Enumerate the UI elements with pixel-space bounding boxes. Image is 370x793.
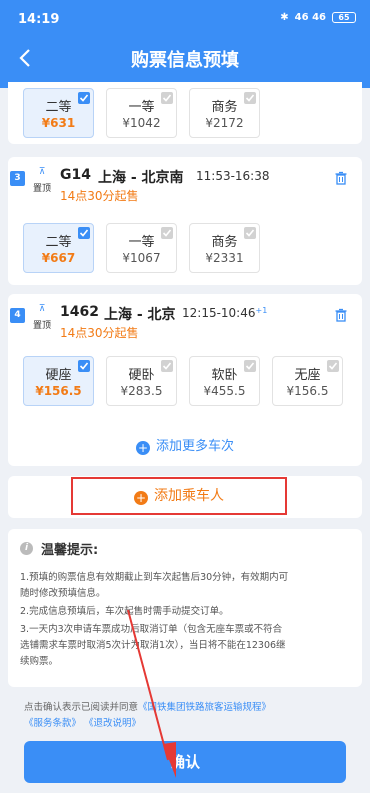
seat-name: 二等 [45, 235, 72, 250]
train-header: 3 ⊼ 置顶 G14 上海 - 北京南 11:53-16:38 14点30分起售 [8, 157, 362, 217]
tips-line: 续购票。 [20, 656, 59, 667]
pin-icon: ⊼ [38, 304, 46, 314]
seat-option[interactable]: 无座 ¥156.5 [272, 356, 343, 406]
train-card: 3 ⊼ 置顶 G14 上海 - 北京南 11:53-16:38 14点30分起售… [8, 157, 362, 285]
add-passenger-button[interactable]: + 添加乘车人 [71, 477, 287, 515]
train-number: 1462 [60, 304, 99, 320]
seat-price: ¥1067 [122, 251, 161, 265]
train-number: G14 [60, 167, 91, 183]
train-times: 12:15-10:46+1 [182, 306, 267, 320]
tips-line: 2.完成信息预填后，车次起售时需手动提交订单。 [20, 606, 229, 617]
bluetooth-icon: ✱ [280, 12, 289, 23]
seat-price: ¥1042 [122, 116, 161, 130]
terms-link[interactable]: 《服务条款》 [24, 718, 81, 729]
nav-bar: 购票信息预填 [0, 38, 370, 78]
seat-price: ¥2331 [205, 251, 244, 265]
seat-name: 硬卧 [128, 368, 155, 383]
add-more-trains-button[interactable]: + 添加更多车次 [8, 435, 362, 455]
plus-icon: + [134, 491, 148, 505]
train-header: 4 ⊼ 置顶 1462 上海 - 北京 12:15-10:46+1 14点30分… [8, 294, 362, 354]
seat-name: 商务 [211, 100, 238, 115]
seat-option[interactable]: 商务 ¥2331 [189, 223, 260, 273]
next-day-marker: +1 [255, 306, 268, 315]
train-index-badge: 4 [10, 308, 25, 323]
seat-price: ¥631 [41, 116, 76, 130]
tips-card: i 温馨提示: 1.预填的购票信息有效期截止到车次起售后30分钟，有效期内可 随… [8, 529, 362, 687]
seat-price: ¥283.5 [120, 384, 163, 398]
seat-option[interactable]: 一等 ¥1042 [106, 88, 177, 138]
pin-icon: ⊼ [38, 167, 46, 177]
seat-option[interactable]: 软卧 ¥455.5 [189, 356, 260, 406]
train-times: 11:53-16:38 [196, 169, 270, 183]
pin-top-button[interactable]: ⊼ 置顶 [30, 304, 54, 331]
seat-option[interactable]: 二等 ¥667 [23, 223, 94, 273]
sale-time: 14点30分起售 [60, 326, 139, 340]
seat-price: ¥2172 [205, 116, 244, 130]
seat-option[interactable]: 商务 ¥2172 [189, 88, 260, 138]
train-route: 上海 - 北京 [104, 307, 176, 323]
train-card: 4 ⊼ 置顶 1462 上海 - 北京 12:15-10:46+1 14点30分… [8, 294, 362, 466]
seat-name: 一等 [128, 100, 155, 115]
add-more-trains-label: 添加更多车次 [155, 439, 234, 454]
sale-time: 14点30分起售 [60, 189, 139, 203]
seat-price: ¥667 [41, 251, 76, 265]
pin-label: 置顶 [32, 184, 51, 194]
tips-title: 温馨提示: [41, 543, 99, 558]
plus-icon: + [135, 441, 150, 455]
seat-price: ¥156.5 [35, 384, 82, 398]
train-times-value: 12:15-10:46 [182, 306, 256, 320]
train-card-partial: 二等 ¥631 一等 ¥1042 商务 ¥2172 [8, 82, 362, 144]
rules-link[interactable]: 《国铁集团铁路旅客运输规程》 [138, 702, 271, 713]
seat-option[interactable]: 一等 ¥1067 [106, 223, 177, 273]
seat-price: ¥455.5 [203, 384, 246, 398]
seat-name: 一等 [128, 235, 155, 250]
seat-option[interactable]: 硬座 ¥156.5 [23, 356, 94, 406]
status-time: 14:19 [18, 12, 60, 27]
refund-link[interactable]: 《退改说明》 [84, 718, 141, 729]
status-bar: 14:19 ✱ 46 46 65 [0, 0, 370, 38]
seat-price: ¥156.5 [286, 384, 329, 398]
seat-name: 硬座 [45, 368, 72, 383]
signal-icon: 46 46 [294, 12, 326, 23]
add-passenger-label: 添加乘车人 [154, 488, 224, 504]
seat-option[interactable]: 硬卧 ¥283.5 [106, 356, 177, 406]
battery-icon: 65 [332, 12, 356, 23]
pin-top-button[interactable]: ⊼ 置顶 [30, 167, 54, 194]
agreement-prefix: 点击确认表示已阅读并同意 [24, 702, 139, 713]
train-index-badge: 3 [10, 171, 25, 186]
seat-name: 无座 [294, 368, 321, 383]
status-icons: ✱ 46 46 65 [280, 12, 356, 23]
tips-line: 随时修改预填信息。 [20, 588, 106, 599]
tips-line: 1.预填的购票信息有效期截止到车次起售后30分钟，有效期内可 [20, 572, 289, 583]
seat-name: 二等 [45, 100, 72, 115]
confirm-button[interactable]: 确认 [24, 741, 346, 783]
tips-line: 选铺需求车票时取消5次计为取消1次），当日将不能在12306继 [20, 640, 286, 651]
train-route: 上海 - 北京南 [98, 170, 184, 186]
seat-name: 商务 [211, 235, 238, 250]
trash-icon[interactable] [334, 308, 348, 322]
page-title: 购票信息预填 [131, 50, 239, 71]
seat-name: 软卧 [211, 368, 238, 383]
pin-label: 置顶 [32, 321, 51, 331]
seat-option[interactable]: 二等 ¥631 [23, 88, 94, 138]
agreement-text: 点击确认表示已阅读并同意《国铁集团铁路旅客运输规程》 《服务条款》 《退改说明》 [0, 700, 370, 732]
trash-icon[interactable] [334, 171, 348, 185]
info-icon: i [20, 542, 33, 555]
tips-line: 3.一天内3次申请车票成功后取消订单（包含无座车票或不符合 [20, 624, 283, 635]
